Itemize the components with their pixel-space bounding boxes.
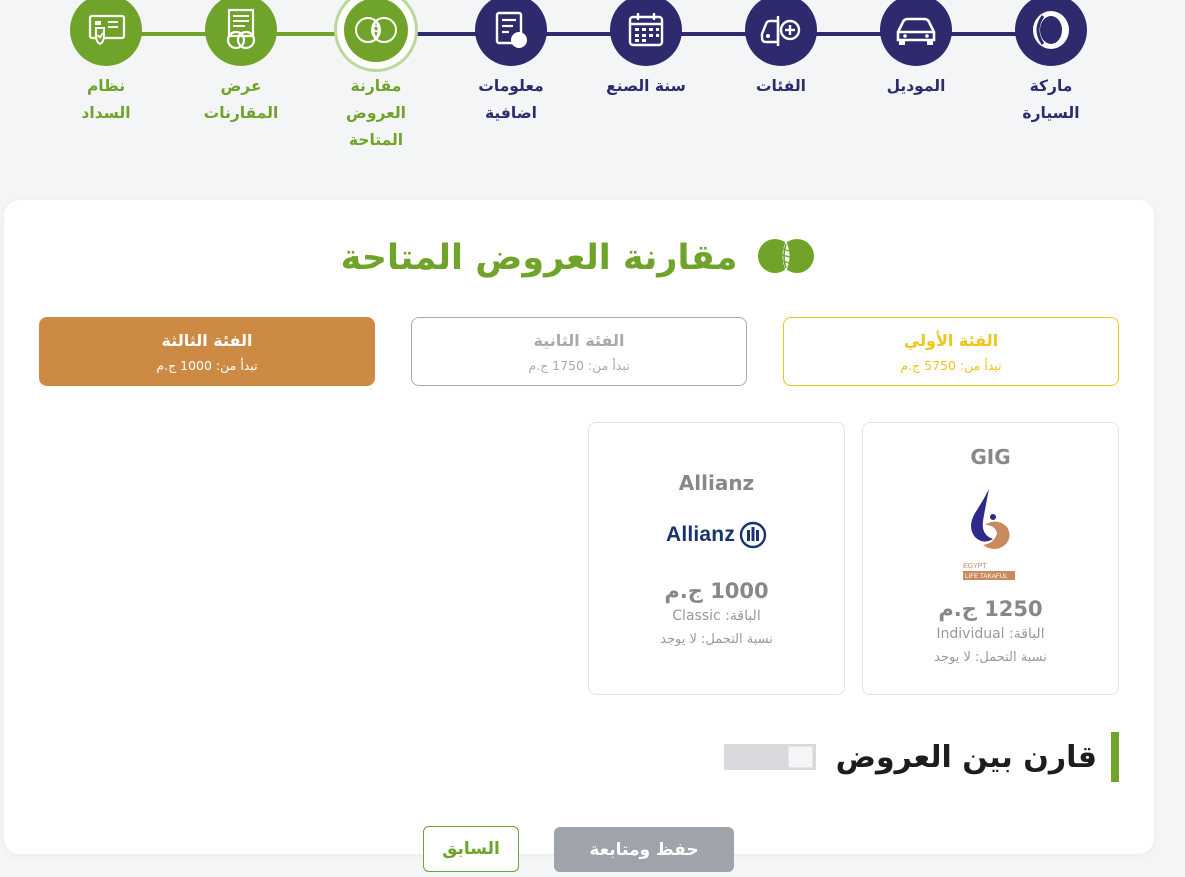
tier-name: الفئة الثالثة — [161, 331, 253, 350]
progress-stepper: نظام السداد عرض المقارنات مقارنة العروض … — [0, 0, 1185, 170]
offer-package: الباقة: Classic — [672, 608, 761, 624]
offer-card-allianz[interactable]: Allianz Allianz 1000 ج.م الباقة: Classic… — [588, 422, 845, 695]
step-compare-offers[interactable]: مقارنة العروض المتاحة — [301, 0, 451, 154]
step-categories[interactable]: الفئات — [706, 0, 856, 100]
compare-offers-label: قارن بين العروض — [835, 739, 1097, 775]
step-label: ماركة السيارة — [1022, 77, 1080, 122]
offer-price: 1000 ج.م — [664, 579, 769, 603]
car-brand-icon — [1015, 0, 1087, 66]
step-label: سنة الصنع — [606, 77, 686, 95]
offer-package: الباقة: Individual — [936, 626, 1045, 642]
step-label: مقارنة العروض المتاحة — [345, 77, 406, 149]
compare-offers-icon — [755, 236, 817, 280]
tier-first-button[interactable]: الفئة الأولي تبدأ من: 5750 ج.م — [783, 317, 1119, 386]
step-manufacture-year[interactable]: سنة الصنع — [571, 0, 721, 100]
tier-third-button[interactable]: الفئة الثالثة تبدأ من: 1000 ج.م — [39, 317, 375, 386]
step-additional-info[interactable]: معلومات اضافية — [436, 0, 586, 127]
compare-offers-toggle[interactable] — [723, 744, 816, 770]
offer-deductible: نسبة التحمل: لا يوجد — [934, 650, 1047, 665]
car-model-icon — [880, 0, 952, 66]
offer-company-name: GIG — [970, 445, 1011, 469]
svg-text:LIFE TAKAFUL: LIFE TAKAFUL — [965, 573, 1008, 580]
tier-price: تبدأ من: 5750 ج.م — [900, 358, 1002, 373]
page-title: مقارنة العروض المتاحة — [4, 236, 1154, 280]
tier-price: تبدأ من: 1000 ج.م — [156, 358, 258, 373]
step-label: عرض المقارنات — [203, 77, 279, 122]
previous-button[interactable]: السابق — [423, 826, 519, 872]
allianz-logo: Allianz — [589, 513, 844, 557]
step-label: معلومات اضافية — [478, 77, 544, 122]
car-category-icon — [745, 0, 817, 66]
tier-price: تبدأ من: 1750 ج.م — [528, 358, 630, 373]
step-label: الموديل — [886, 77, 946, 95]
step-payment-system[interactable]: نظام السداد — [31, 0, 181, 127]
step-label: الفئات — [755, 77, 806, 95]
compare-offers-row: قارن بين العروض — [723, 732, 1119, 782]
toggle-knob — [787, 746, 813, 768]
offer-price: 1250 ج.م — [938, 597, 1043, 621]
step-car-brand[interactable]: ماركة السيارة — [976, 0, 1126, 127]
calendar-icon — [610, 0, 682, 66]
accent-bar — [1111, 732, 1119, 782]
egypt-life-takaful-logo: EGYPT LIFE TAKAFUL — [863, 485, 1118, 583]
tier-name: الفئة الثانية — [533, 331, 625, 350]
offer-company-name: Allianz — [678, 471, 755, 495]
page-title-text: مقارنة العروض المتاحة — [340, 238, 738, 278]
svg-text:EGYPT: EGYPT — [963, 563, 987, 570]
payment-card-shield-icon — [70, 0, 142, 66]
step-label: نظام السداد — [81, 77, 131, 122]
step-model[interactable]: الموديل — [841, 0, 991, 100]
offers-card: مقارنة العروض المتاحة الفئة الأولي تبدأ … — [4, 200, 1154, 854]
info-form-icon — [475, 0, 547, 66]
compare-offers-icon — [344, 0, 408, 62]
compare-document-icon — [205, 0, 277, 66]
tier-name: الفئة الأولي — [903, 331, 999, 350]
step-comparison-display[interactable]: عرض المقارنات — [166, 0, 316, 127]
offer-deductible: نسبة التحمل: لا يوجد — [660, 632, 773, 647]
offer-card-gig[interactable]: GIG EGYPT LIFE TAKAFUL 1250 ج.م الباقة: … — [862, 422, 1119, 695]
save-continue-button[interactable]: حفظ ومتابعة — [554, 827, 734, 872]
tier-second-button[interactable]: الفئة الثانية تبدأ من: 1750 ج.م — [411, 317, 747, 386]
